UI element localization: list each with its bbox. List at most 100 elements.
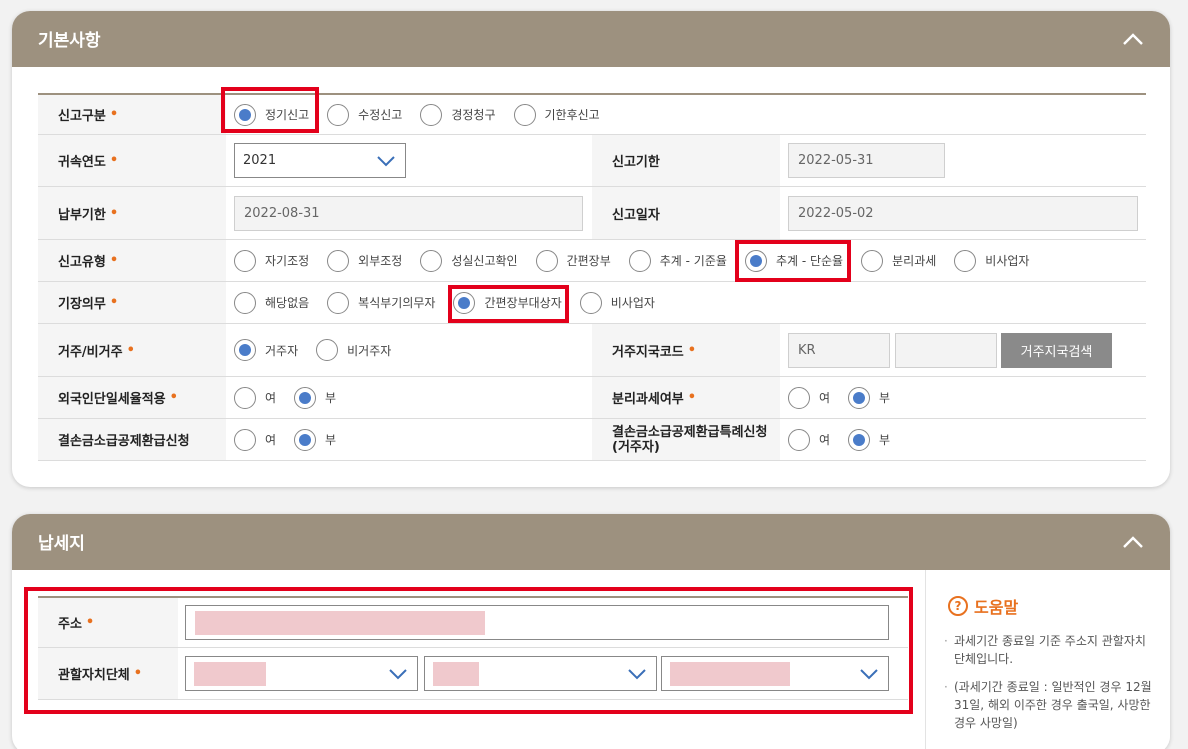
attr-year-select[interactable]: 2021: [234, 143, 406, 178]
radio-label: 비사업자: [610, 296, 655, 310]
radio-double-entry[interactable]: 복식부기의무자: [327, 291, 435, 314]
tax-place-header[interactable]: 납세지: [12, 514, 1170, 570]
chevron-down-icon: [628, 669, 646, 680]
radio-circle[interactable]: [234, 428, 256, 451]
redacted-address: [195, 610, 485, 635]
field-value: 2022-05-31: [798, 153, 874, 168]
radio-label: 해당없음: [265, 296, 310, 310]
report-deadline-field: 2022-05-31: [788, 143, 945, 178]
chevron-up-icon[interactable]: [1122, 531, 1144, 553]
row-bookkeeping: 기장의무 • 해당없음 복식부기의무자 간편장부대상자 비사업자: [38, 282, 1146, 324]
radio-late-report[interactable]: 기한후신고: [513, 103, 600, 126]
radio-circle[interactable]: [294, 428, 317, 451]
radio-correction-claim[interactable]: 경정청구: [420, 103, 496, 126]
label-text: 외국인단일세율적용: [58, 392, 166, 407]
district-select[interactable]: [661, 656, 889, 691]
label-report-date: 신고일자: [592, 187, 780, 239]
radio-circle[interactable]: [420, 249, 443, 272]
radio-loss-refund-yes[interactable]: 여: [234, 428, 276, 451]
radio-circle[interactable]: [420, 103, 443, 126]
row-report-kind: 신고유형 • 자기조정 외부조정 성실신고확인 간편장부 추계 - 기준율 추계 …: [38, 240, 1146, 282]
radio-circle[interactable]: [744, 249, 767, 272]
radio-special-no[interactable]: 부: [848, 428, 891, 451]
label-text: 신고구분: [58, 109, 106, 124]
row-local-gov: 관할자치단체 •: [38, 648, 908, 700]
required-dot: •: [169, 390, 178, 405]
radio-circle[interactable]: [788, 428, 810, 451]
radio-circle[interactable]: [234, 339, 256, 361]
row-foreigner-flat: 외국인단일세율적용 • 여 부 분리과세여부 • 여 부: [38, 377, 1146, 419]
radio-circle[interactable]: [234, 291, 256, 314]
radio-not-applicable[interactable]: 해당없음: [234, 291, 310, 314]
radio-circle[interactable]: [848, 386, 871, 409]
tax-place-title: 납세지: [38, 534, 85, 554]
loss-refund-special-radios: 여 부: [788, 419, 908, 460]
label-report-kind: 신고유형 •: [38, 240, 226, 281]
country-search-button[interactable]: 거주지국검색: [1001, 332, 1112, 368]
radio-foreigner-yes[interactable]: 여: [234, 386, 276, 409]
radio-label: 부: [879, 433, 891, 447]
radio-estimate-simple[interactable]: 추계 - 단순율: [744, 249, 843, 272]
radio-circle[interactable]: [453, 291, 476, 314]
residency-radios: 거주자 비거주자: [234, 324, 409, 376]
chevron-up-icon[interactable]: [1122, 28, 1144, 50]
radio-loss-refund-no[interactable]: 부: [294, 428, 336, 451]
report-kind-radios: 자기조정 외부조정 성실신고확인 간편장부 추계 - 기준율 추계 - 단순율 …: [234, 240, 1047, 281]
country-code-cell: KR 거주지국검색: [788, 324, 1112, 376]
radio-circle[interactable]: [327, 103, 350, 126]
radio-label: 분리과세: [892, 254, 937, 268]
radio-non-business-2[interactable]: 비사업자: [579, 291, 655, 314]
radio-simple-book-target[interactable]: 간편장부대상자: [453, 291, 562, 314]
radio-circle[interactable]: [234, 386, 256, 409]
radio-circle[interactable]: [327, 291, 350, 314]
radio-circle[interactable]: [535, 249, 558, 272]
radio-special-yes[interactable]: 여: [788, 428, 830, 451]
radio-self-adjust[interactable]: 자기조정: [234, 249, 309, 272]
province-select[interactable]: [185, 656, 418, 691]
radio-circle[interactable]: [861, 249, 884, 272]
radio-circle[interactable]: [234, 103, 256, 126]
label-address: 주소 •: [38, 598, 178, 647]
radio-circle[interactable]: [788, 386, 810, 409]
radio-circle[interactable]: [234, 249, 256, 272]
help-title: ? 도움말: [948, 594, 1018, 618]
radio-separate-no[interactable]: 부: [848, 386, 890, 409]
radio-sincere-report[interactable]: 성실신고확인: [420, 249, 518, 272]
radio-label: 부: [325, 391, 337, 405]
radio-resident[interactable]: 거주자: [234, 339, 298, 361]
radio-non-resident[interactable]: 비거주자: [316, 339, 391, 361]
radio-simple-book[interactable]: 간편장부: [535, 249, 611, 272]
label-text: 주소: [58, 617, 82, 632]
radio-label: 수정신고: [358, 108, 403, 122]
basic-info-header[interactable]: 기본사항: [12, 11, 1170, 67]
label-attr-year: 귀속연도 •: [38, 135, 226, 186]
radio-circle[interactable]: [294, 386, 317, 409]
radio-external-adjust[interactable]: 외부조정: [327, 249, 403, 272]
required-dot: •: [85, 615, 95, 630]
radio-circle[interactable]: [327, 249, 350, 272]
radio-foreigner-no[interactable]: 부: [294, 386, 337, 409]
radio-circle[interactable]: [954, 249, 977, 272]
label-text: 신고기한: [612, 155, 660, 170]
radio-amended-report[interactable]: 수정신고: [327, 103, 403, 126]
address-input[interactable]: [185, 605, 889, 640]
field-value: 2022-05-02: [798, 205, 874, 221]
radio-circle[interactable]: [848, 428, 871, 451]
radio-label: 외부조정: [358, 254, 403, 268]
radio-estimate-standard[interactable]: 추계 - 기준율: [628, 249, 727, 272]
radio-circle[interactable]: [513, 103, 536, 126]
required-dot: •: [109, 107, 119, 122]
city-select[interactable]: [424, 656, 657, 691]
radio-regular-report[interactable]: 정기신고: [234, 103, 309, 126]
radio-separate-yes[interactable]: 여: [788, 386, 831, 409]
radio-non-business[interactable]: 비사업자: [954, 249, 1030, 272]
label-text: 거주/비거주: [58, 344, 123, 360]
country-code-field: KR: [788, 332, 890, 368]
radio-circle[interactable]: [579, 291, 602, 314]
radio-separate-tax[interactable]: 분리과세: [861, 249, 937, 272]
label-text: 귀속연도: [58, 155, 106, 170]
radio-circle[interactable]: [316, 339, 339, 361]
radio-label: 여: [819, 391, 831, 405]
radio-label: 비사업자: [985, 254, 1030, 268]
radio-circle[interactable]: [628, 249, 651, 272]
